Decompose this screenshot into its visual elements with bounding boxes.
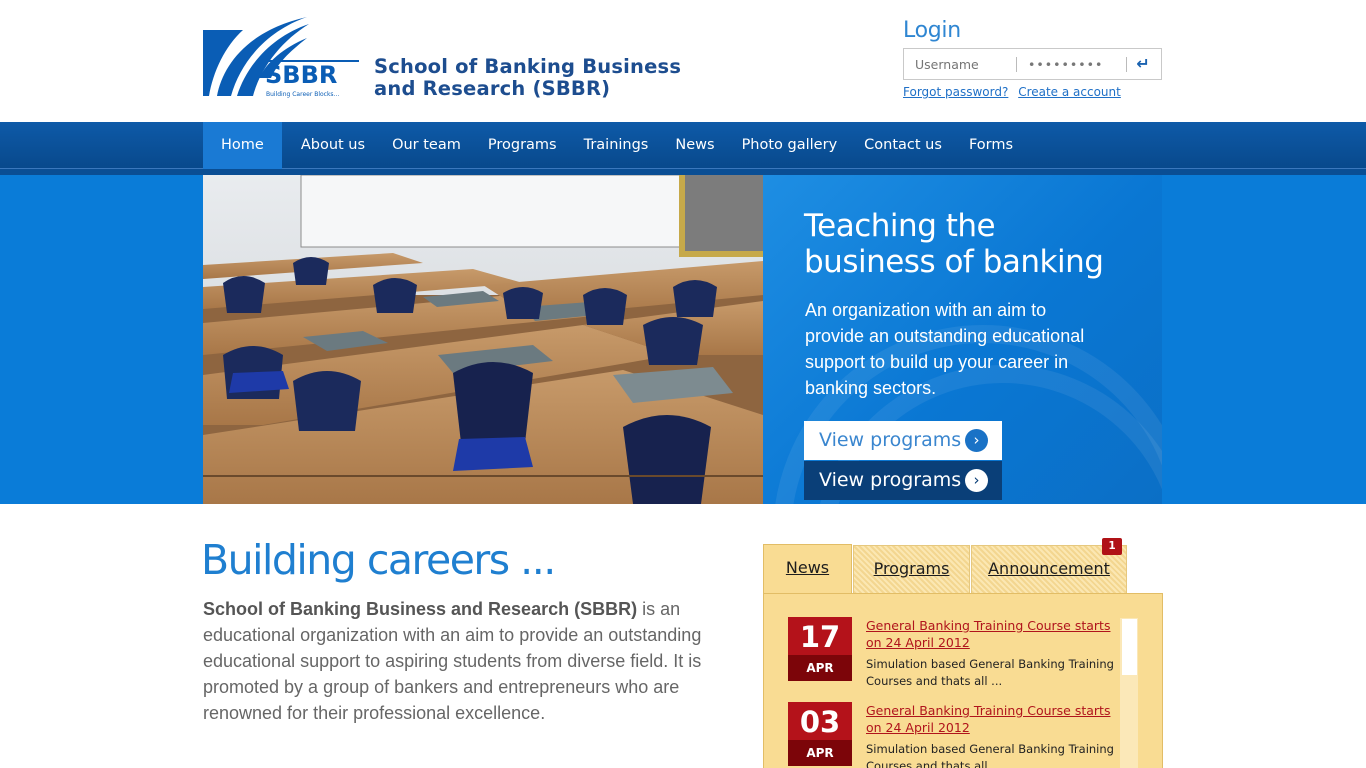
enter-arrow-icon[interactable]: ↵ (1132, 55, 1154, 73)
create-account-link[interactable]: Create a account (1018, 85, 1121, 99)
nav-menu: Home About us Our team Programs Training… (203, 122, 1027, 169)
site-header: SBBR Building Career Blocks... School of… (0, 0, 1366, 122)
login-title: Login (903, 18, 961, 43)
intro-paragraph: School of Banking Business and Research … (203, 596, 703, 726)
nav-item-trainings[interactable]: Trainings (570, 122, 662, 169)
view-programs-label: View programs (819, 429, 962, 451)
login-divider (1126, 57, 1127, 72)
view-programs-button-alt[interactable]: View programs › (804, 461, 1002, 500)
hero-banner (0, 175, 1366, 504)
view-programs-label: View programs (819, 469, 962, 491)
sbbr-logo[interactable]: SBBR Building Career Blocks... (203, 16, 363, 98)
hero-title-line2: business of banking (804, 244, 1104, 280)
view-programs-button[interactable]: View programs › (804, 421, 1002, 460)
news-description: Simulation based General Banking Trainin… (866, 657, 1114, 688)
site-name-line2: and Research (SBBR) (374, 77, 611, 100)
chevron-right-icon: › (965, 469, 988, 492)
classroom-photo (203, 175, 763, 504)
main-nav: Home About us Our team Programs Training… (0, 122, 1366, 169)
nav-item-contact-us[interactable]: Contact us (851, 122, 956, 169)
news-scrollbar-thumb[interactable] (1122, 619, 1137, 675)
tab-programs[interactable]: Programs (853, 545, 970, 593)
site-name-line1: School of Banking Business (374, 55, 682, 78)
news-title-link[interactable]: General Banking Training Course starts o… (866, 702, 1116, 736)
news-month: APR (788, 740, 852, 766)
site-name: School of Banking Business and Research … (374, 56, 681, 100)
tab-news-label: News (785, 558, 830, 577)
tab-announcement-label: Announcement (988, 559, 1110, 578)
nav-item-photo-gallery[interactable]: Photo gallery (728, 122, 851, 169)
news-date: 17 APR (788, 617, 852, 681)
news-description: Simulation based General Banking Trainin… (866, 742, 1114, 768)
nav-item-our-team[interactable]: Our team (379, 122, 475, 169)
intro-bold: School of Banking Business and Research … (203, 599, 638, 619)
logo-mark-text: SBBR (265, 61, 337, 89)
hero-title-line1: Teaching the (804, 208, 996, 244)
login-links: Forgot password? Create a account (903, 85, 1162, 99)
nav-item-news[interactable]: News (662, 122, 728, 169)
password-input[interactable] (1028, 54, 1123, 74)
nav-item-home[interactable]: Home (203, 122, 282, 169)
news-day: 17 (788, 617, 852, 655)
nav-item-about-us[interactable]: About us (282, 122, 379, 169)
login-divider (1016, 57, 1017, 72)
username-input[interactable] (915, 54, 1010, 74)
news-date: 03 APR (788, 702, 852, 766)
logo-tagline: Building Career Blocks... (266, 91, 339, 98)
news-title-link[interactable]: General Banking Training Course starts o… (866, 617, 1116, 651)
hero-title: Teaching the business of banking (804, 208, 1144, 280)
forgot-password-link[interactable]: Forgot password? (903, 85, 1008, 99)
nav-item-forms[interactable]: Forms (955, 122, 1026, 169)
login-form: Login ↵ Forgot password? Create a accoun… (903, 16, 1162, 99)
news-day: 03 (788, 702, 852, 740)
nav-item-programs[interactable]: Programs (474, 122, 570, 169)
tab-news[interactable]: News (763, 544, 852, 595)
login-box: ↵ (903, 48, 1162, 80)
chevron-right-icon: › (965, 429, 988, 452)
tab-programs-label: Programs (873, 559, 950, 578)
intro-title: Building careers ... (201, 536, 556, 584)
announcement-count-badge: 1 (1102, 538, 1122, 555)
hero-description: An organization with an aim to provide a… (805, 300, 1085, 398)
news-month: APR (788, 655, 852, 681)
